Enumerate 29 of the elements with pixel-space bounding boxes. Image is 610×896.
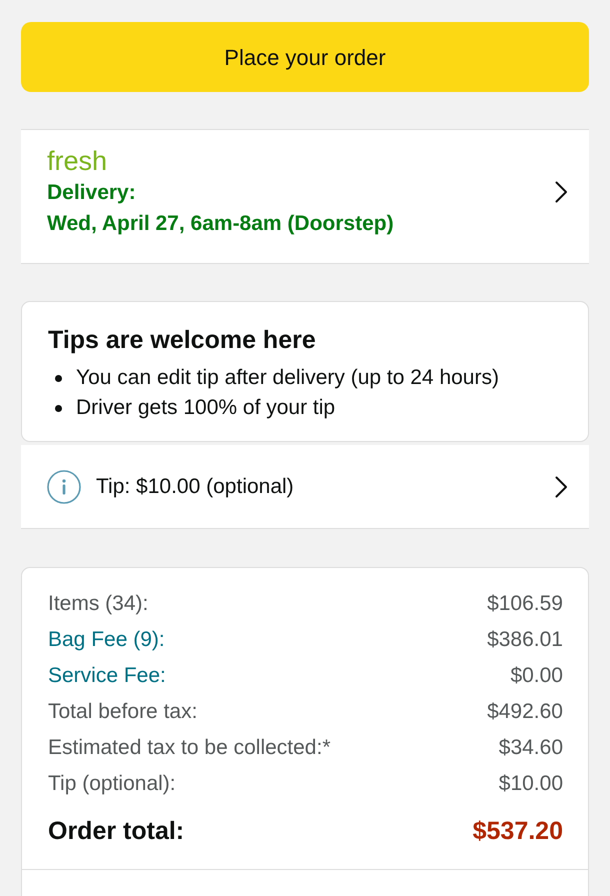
tips-title: Tips are welcome here [48, 325, 317, 355]
delivery-label: Delivery: [47, 180, 136, 206]
summary-label: Tip (optional): [48, 771, 176, 798]
summary-amount: $34.60 [498, 735, 563, 762]
bullet-icon [55, 404, 62, 412]
summary-amount: $386.01 [487, 627, 563, 654]
summary-amount: $492.60 [487, 699, 563, 726]
chevron-right-icon [555, 476, 568, 498]
fee-link[interactable]: Service Fee: [48, 660, 166, 692]
summary-amount: $10.00 [498, 771, 563, 798]
tip-row[interactable]: Tip: $10.00 (optional) [21, 445, 589, 529]
order-total-label: Order total: [48, 816, 184, 848]
bullet-icon [55, 374, 62, 382]
order-total-amount: $537.20 [472, 816, 563, 848]
summary-label: Estimated tax to be collected:* [48, 735, 330, 762]
delivery-slot: Wed, April 27, 6am-8am (Doorstep) [47, 208, 394, 239]
summary-label: Total before tax: [48, 699, 198, 726]
place-order-button[interactable]: Place your order [21, 22, 589, 92]
tip-amount-text: Tip: $10.00 (optional) [96, 474, 295, 500]
tip-info-text: You can edit tip after delivery (up to 24 hours) [76, 365, 499, 391]
brand-name: fresh [47, 145, 108, 177]
summary-amount: $0.00 [510, 663, 563, 690]
tip-info-text: Driver gets 100% of your tip [76, 395, 336, 421]
summary-amount: $106.59 [487, 591, 563, 618]
fee-link[interactable]: Bag Fee (9): [48, 624, 165, 656]
summary-label: Items (34): [48, 591, 148, 618]
chevron-right-icon [555, 181, 568, 203]
delivery-card[interactable]: fresh Delivery: Wed, April 27, 6am-8am (Doorstep) [21, 129, 589, 264]
info-icon [47, 470, 81, 504]
